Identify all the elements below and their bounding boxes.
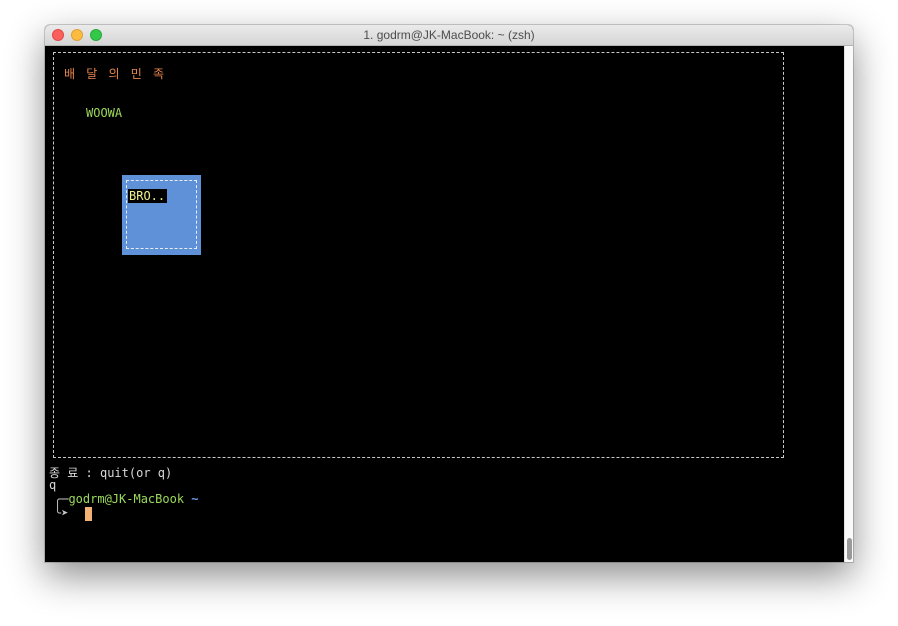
app-frame: 배 달 의 민 족 WOOWA BRO.. bbox=[53, 52, 784, 458]
input-line: q bbox=[49, 478, 57, 492]
selected-box: BRO.. bbox=[122, 175, 201, 255]
app-title: 배 달 의 민 족 bbox=[64, 67, 167, 81]
prompt-prefix: ╭─ bbox=[54, 492, 69, 506]
scrollbar[interactable] bbox=[844, 46, 853, 562]
prompt-dir: ~ bbox=[191, 492, 199, 506]
prompt-line: ╭─godrm@JK-MacBook ~ bbox=[54, 492, 199, 506]
prompt-arrow: ╰➤ bbox=[54, 506, 69, 520]
terminal-content[interactable]: 배 달 의 민 족 WOOWA BRO.. 종 료 : quit(or q) q… bbox=[45, 46, 853, 562]
title-bar[interactable]: 1. godrm@JK-MacBook: ~ (zsh) bbox=[45, 25, 853, 46]
terminal-window: 1. godrm@JK-MacBook: ~ (zsh) 배 달 의 민 족 W… bbox=[45, 25, 853, 562]
prompt-user-host: godrm@JK-MacBook bbox=[68, 492, 185, 506]
box-label: BRO.. bbox=[128, 189, 168, 203]
quit-hint: 종 료 : quit(or q) bbox=[49, 466, 173, 480]
woowa-label: WOOWA bbox=[86, 106, 123, 120]
scroll-thumb[interactable] bbox=[847, 538, 852, 560]
window-title: 1. godrm@JK-MacBook: ~ (zsh) bbox=[363, 28, 535, 42]
text-cursor[interactable] bbox=[85, 507, 92, 521]
